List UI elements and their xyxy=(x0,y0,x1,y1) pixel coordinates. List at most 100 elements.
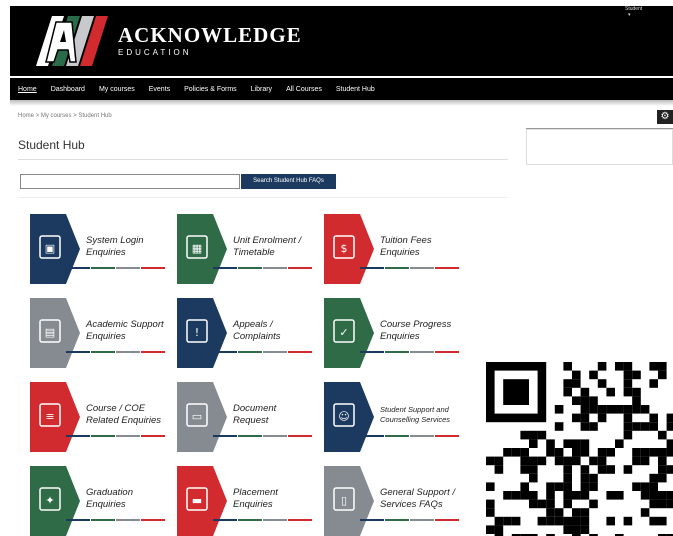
color-bar xyxy=(385,519,409,521)
divider xyxy=(18,197,508,198)
tile-document[interactable]: ▭ Document Request xyxy=(177,382,312,452)
nav-item-student-hub[interactable]: Student Hub xyxy=(336,86,375,93)
color-bar xyxy=(91,519,115,521)
tile-color-bars xyxy=(360,351,460,354)
tile-label: Tuition Fees Enquiries xyxy=(380,235,432,259)
tile-student-support-and[interactable]: ☺ Student Support and Counselling Services xyxy=(324,382,459,452)
nav-item-library[interactable]: Library xyxy=(251,86,272,93)
color-bar xyxy=(66,351,90,353)
tile-label-line1: Appeals / xyxy=(233,319,273,330)
briefcase-icon: ▬ xyxy=(192,494,202,507)
tile-label-line2: Related Enquiries xyxy=(86,415,161,426)
color-bar xyxy=(213,267,237,269)
nav-item-home[interactable]: Home xyxy=(18,86,37,93)
color-bar xyxy=(410,519,434,521)
color-bar xyxy=(288,267,312,269)
nav-item-my-courses[interactable]: My courses xyxy=(99,86,135,93)
color-bar xyxy=(213,351,237,353)
caret-down-icon[interactable]: ▾ xyxy=(628,12,631,18)
tile-color-bars xyxy=(213,351,313,354)
color-bar xyxy=(263,435,287,437)
color-bar xyxy=(410,435,434,437)
tile-color-bars xyxy=(213,435,313,438)
tile-badge: ! xyxy=(177,298,227,368)
qr-code xyxy=(482,360,673,536)
color-bar xyxy=(263,519,287,521)
tile-label-line1: Course Progress xyxy=(380,319,452,330)
color-bar xyxy=(385,267,409,269)
tile-label: Course / COE Related Enquiries xyxy=(86,403,161,427)
color-bar xyxy=(66,435,90,437)
tile-badge: ▬ xyxy=(177,466,227,536)
tile-graduation[interactable]: ✦ Graduation Enquiries xyxy=(30,466,165,536)
color-bar xyxy=(116,435,140,437)
progress-icon: ✓ xyxy=(339,326,348,339)
search-input[interactable] xyxy=(20,174,240,189)
divider xyxy=(18,159,508,160)
nav-item-all-courses[interactable]: All Courses xyxy=(286,86,322,93)
tile-label: Graduation Enquiries xyxy=(86,487,133,511)
tile-tuition-fees[interactable]: $ Tuition Fees Enquiries xyxy=(324,214,459,284)
tile-label-line2: Enquiries xyxy=(380,247,420,258)
search-button[interactable]: Search Student Hub FAQs xyxy=(241,174,336,189)
tile-badge: ▣ xyxy=(30,214,80,284)
color-bar xyxy=(66,267,90,269)
tile-label-line2: Enquiries xyxy=(86,499,126,510)
color-bar xyxy=(238,267,262,269)
tile-label-line2: Enquiries xyxy=(86,331,126,342)
color-bar xyxy=(435,435,459,437)
breadcrumb[interactable]: Home > My courses > Student Hub xyxy=(18,113,112,119)
tile-label-line1: Document xyxy=(233,403,277,414)
color-bar xyxy=(385,351,409,353)
tile-color-bars xyxy=(66,435,166,438)
nav-item-policies-forms[interactable]: Policies & Forms xyxy=(184,86,237,93)
tile-course-progress[interactable]: ✓ Course Progress Enquiries xyxy=(324,298,459,368)
color-bar xyxy=(238,435,262,437)
money-hand-icon: $ xyxy=(341,242,348,255)
tile-label: Placement Enquiries xyxy=(233,487,278,511)
color-bar xyxy=(360,519,384,521)
tile-system-login[interactable]: ▣ System Login Enquiries xyxy=(30,214,165,284)
tile-badge: ▭ xyxy=(177,382,227,452)
brand-logo[interactable] xyxy=(34,12,120,70)
nav-item-events[interactable]: Events xyxy=(149,86,170,93)
color-bar xyxy=(435,519,459,521)
tile-color-bars xyxy=(213,267,313,270)
color-bar xyxy=(288,351,312,353)
tile-placement[interactable]: ▬ Placement Enquiries xyxy=(177,466,312,536)
tile-color-bars xyxy=(66,351,166,354)
color-bar xyxy=(116,267,140,269)
color-bar xyxy=(141,435,165,437)
tile-unit-enrolment[interactable]: ▦ Unit Enrolment / Timetable xyxy=(177,214,312,284)
tile-label-line1: General Support / xyxy=(380,487,455,498)
calendar-icon: ▦ xyxy=(192,242,202,255)
tile-label-line1: Placement xyxy=(233,487,278,498)
tile-color-bars xyxy=(213,519,313,522)
tile-label-line2: Enquiries xyxy=(86,247,126,258)
tile-label-line1: Unit Enrolment / xyxy=(233,235,302,246)
tile-label-line2: Complaints xyxy=(233,331,281,342)
color-bar xyxy=(66,519,90,521)
tile-label-line1: Student Support and xyxy=(380,405,449,414)
nav-item-dashboard[interactable]: Dashboard xyxy=(51,86,85,93)
tile-label-line2: Enquiries xyxy=(380,331,420,342)
tile-appeals[interactable]: ! Appeals / Complaints xyxy=(177,298,312,368)
tile-label-line1: Academic Support xyxy=(86,319,164,330)
tile-color-bars xyxy=(360,267,460,270)
tile-general-support[interactable]: ▯ General Support / Services FAQs xyxy=(324,466,459,536)
color-bar xyxy=(116,519,140,521)
tile-color-bars xyxy=(360,435,460,438)
tile-course-coe[interactable]: ≡ Course / COE Related Enquiries xyxy=(30,382,165,452)
site-header: ACKNOWLEDGE EDUCATION Student ▾ xyxy=(10,6,673,76)
folder-icon: ▭ xyxy=(192,410,202,423)
color-bar xyxy=(141,351,165,353)
sidebar-block xyxy=(526,129,673,165)
color-bar xyxy=(435,267,459,269)
color-bar xyxy=(263,351,287,353)
gear-icon[interactable]: ⚙ xyxy=(657,110,673,124)
tile-academic-support[interactable]: ▤ Academic Support Enquiries xyxy=(30,298,165,368)
tile-label: Academic Support Enquiries xyxy=(86,319,164,343)
graduation-cap-icon: ✦ xyxy=(45,494,54,507)
tile-badge: ▯ xyxy=(324,466,374,536)
login-screen-icon: ▣ xyxy=(45,242,55,255)
